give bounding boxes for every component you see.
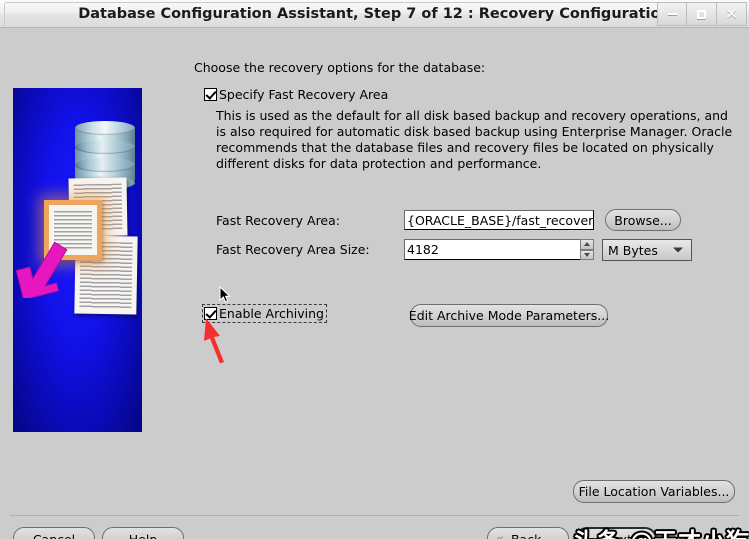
cylinder-ring xyxy=(75,140,135,154)
size-unit-value: M Bytes xyxy=(608,242,658,258)
window-controls: ✕ xyxy=(657,2,747,26)
back-button-label: Back xyxy=(510,531,542,539)
chevron-up-icon xyxy=(584,242,590,247)
minimize-button[interactable] xyxy=(657,2,687,26)
fast-recovery-area-description: This is used as the default for all disk… xyxy=(216,108,733,171)
footer-separator xyxy=(10,515,739,516)
cylinder-ring xyxy=(75,158,135,172)
checkbox-icon xyxy=(204,88,217,101)
chevron-left-icon: « xyxy=(496,531,504,539)
minimize-icon xyxy=(667,13,677,15)
close-icon: ✕ xyxy=(725,4,738,23)
browse-button[interactable]: Browse... xyxy=(605,209,681,231)
next-button-label: Next xyxy=(602,531,633,539)
maximize-button[interactable] xyxy=(687,2,717,26)
chevron-down-icon xyxy=(673,247,683,253)
specify-fast-recovery-area-checkbox[interactable]: Specify Fast Recovery Area xyxy=(204,87,388,102)
spinner-down-button[interactable] xyxy=(580,249,594,260)
dbca-window: Database Configuration Assistant, Step 7… xyxy=(0,0,749,539)
cancel-button[interactable]: Cancel xyxy=(13,527,95,539)
fast-recovery-area-input[interactable]: {ORACLE_BASE}/fast_recovery_a xyxy=(404,210,594,230)
help-button[interactable]: Help xyxy=(102,527,184,539)
fast-recovery-area-label: Fast Recovery Area: xyxy=(216,213,340,228)
page-prompt: Choose the recovery options for the data… xyxy=(194,60,486,75)
mouse-cursor-icon xyxy=(219,285,231,304)
fast-recovery-area-size-label: Fast Recovery Area Size: xyxy=(216,242,370,257)
magenta-arrow-icon xyxy=(15,238,71,298)
sidebar-illustration xyxy=(13,88,142,432)
cylinder-top xyxy=(75,121,135,135)
window-title: Database Configuration Assistant, Step 7… xyxy=(78,6,671,22)
specify-fast-recovery-area-label: Specify Fast Recovery Area xyxy=(219,87,389,102)
chevron-down-icon xyxy=(584,252,590,257)
chevron-right-icon: » xyxy=(639,531,647,539)
size-spinner[interactable] xyxy=(580,239,594,260)
fast-recovery-area-size-input[interactable]: 4182 xyxy=(404,239,586,260)
window-content: Choose the recovery options for the data… xyxy=(0,28,749,539)
title-bar: Database Configuration Assistant, Step 7… xyxy=(0,0,749,28)
red-annotation-arrow-icon xyxy=(200,316,240,364)
next-button[interactable]: Next » xyxy=(575,527,657,539)
maximize-icon xyxy=(697,9,706,19)
spinner-up-button[interactable] xyxy=(580,239,594,250)
size-unit-select[interactable]: M Bytes xyxy=(602,239,692,261)
back-button[interactable]: « Back xyxy=(487,527,569,539)
close-button[interactable]: ✕ xyxy=(717,2,747,26)
file-location-variables-button[interactable]: File Location Variables... xyxy=(573,480,735,503)
edit-archive-mode-parameters-button[interactable]: Edit Archive Mode Parameters... xyxy=(409,304,609,327)
